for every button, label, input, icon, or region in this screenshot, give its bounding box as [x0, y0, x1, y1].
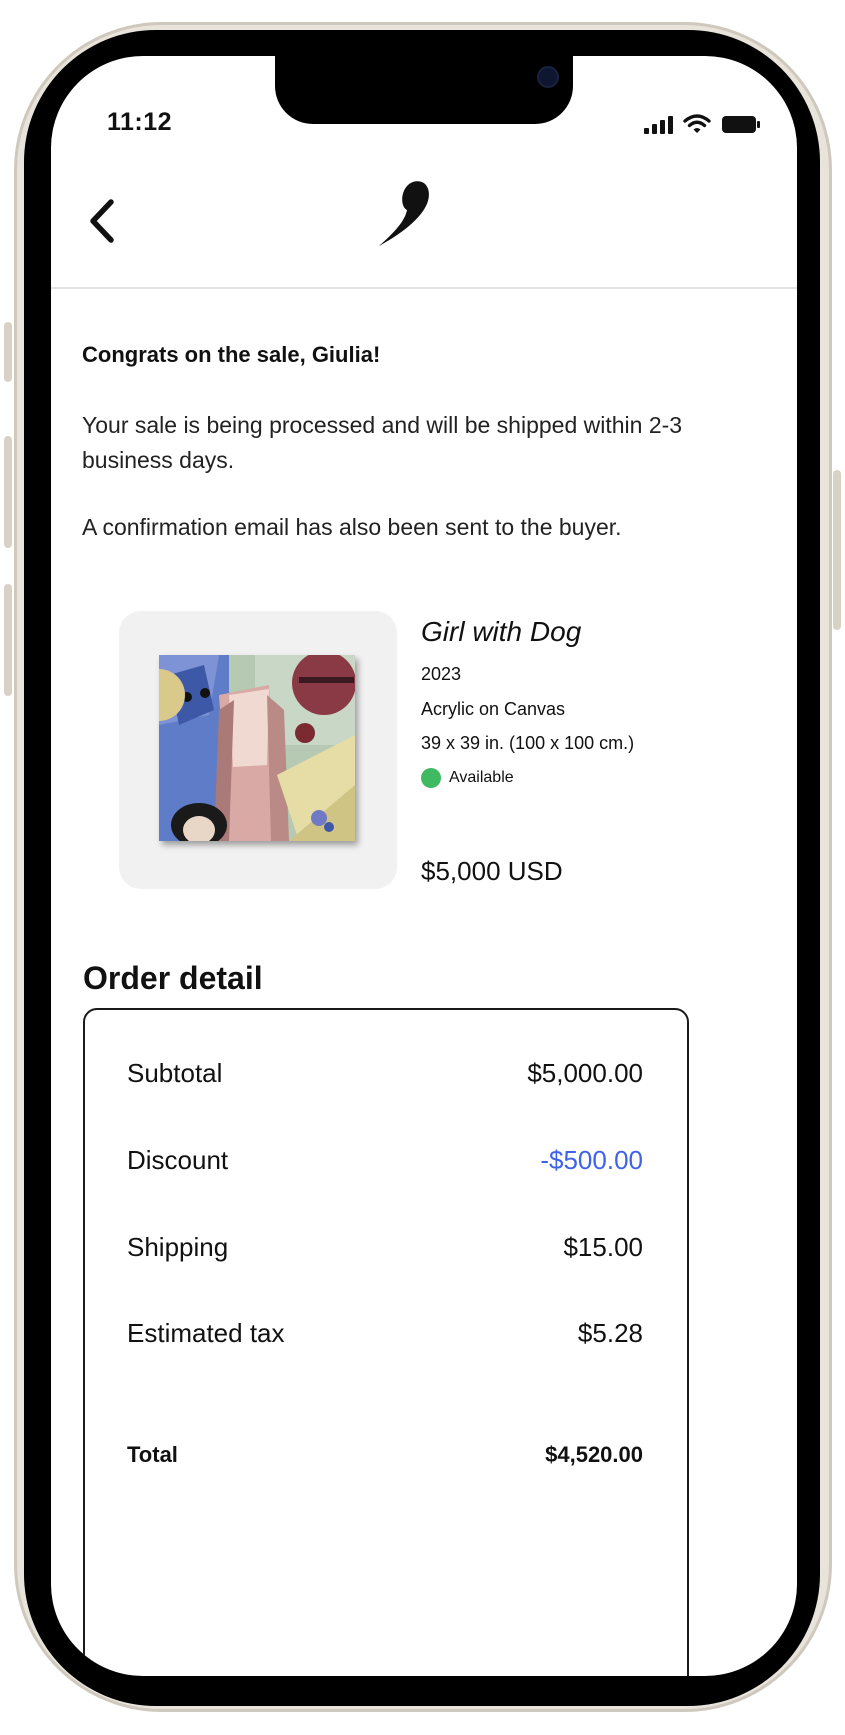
artwork-thumbnail[interactable]: [159, 655, 355, 841]
row-label: Discount: [127, 1145, 229, 1175]
order-detail-box: Subtotal $5,000.00 Discount -$500.00 Shi…: [83, 1008, 689, 1676]
total-label: Total: [127, 1442, 178, 1467]
artwork-price: $5,000 USD: [421, 856, 563, 886]
order-detail-heading: Order detail: [83, 960, 263, 996]
back-chevron-icon[interactable]: [83, 196, 123, 246]
power-button: [833, 470, 841, 630]
cellular-signal-icon: [644, 116, 673, 134]
row-value: -$500.00: [540, 1145, 643, 1175]
wifi-icon: [683, 114, 711, 133]
front-camera-icon: [537, 66, 559, 88]
row-label: Shipping: [127, 1232, 229, 1262]
estimated-tax-row: Estimated tax $5.28: [127, 1318, 643, 1349]
volume-up-button: [4, 436, 12, 548]
row-value: $15.00: [563, 1232, 643, 1262]
artwork-medium: Acrylic on Canvas: [421, 699, 566, 719]
availability-label: Available: [449, 769, 514, 786]
total-row: Total $4,520.00: [127, 1442, 643, 1468]
row-label: Subtotal: [127, 1058, 223, 1088]
artwork-title: Girl with Dog: [421, 616, 582, 647]
availability-status: Available: [421, 768, 514, 788]
total-value: $4,520.00: [545, 1442, 643, 1467]
artwork-year: 2023: [421, 664, 462, 684]
status-icons: [644, 114, 761, 134]
availability-dot-icon: [421, 768, 441, 788]
subtotal-row: Subtotal $5,000.00: [127, 1058, 643, 1089]
processing-message: Your sale is being processed and will be…: [82, 412, 683, 473]
status-time: 11:12: [107, 108, 173, 136]
row-label: Estimated tax: [127, 1318, 285, 1348]
artwork-card[interactable]: [119, 611, 397, 889]
battery-icon: [722, 116, 760, 133]
mute-switch: [4, 322, 12, 382]
phone-screen: 11:12 Congrats on the sale, Giulia! Your…: [51, 56, 797, 1676]
brand-logo-icon: [379, 181, 429, 246]
notch: [275, 56, 573, 124]
congrats-heading: Congrats on the sale, Giulia!: [82, 342, 381, 367]
discount-row: Discount -$500.00: [127, 1145, 643, 1176]
row-value: $5,000.00: [527, 1058, 643, 1088]
shipping-row: Shipping $15.00: [127, 1232, 643, 1263]
row-value: $5.28: [577, 1318, 643, 1348]
artwork-dimensions: 39 x 39 in. (100 x 100 cm.): [421, 733, 635, 753]
header-divider: [51, 287, 797, 289]
volume-down-button: [4, 584, 12, 696]
email-note: A confirmation email has also been sent …: [82, 514, 622, 540]
